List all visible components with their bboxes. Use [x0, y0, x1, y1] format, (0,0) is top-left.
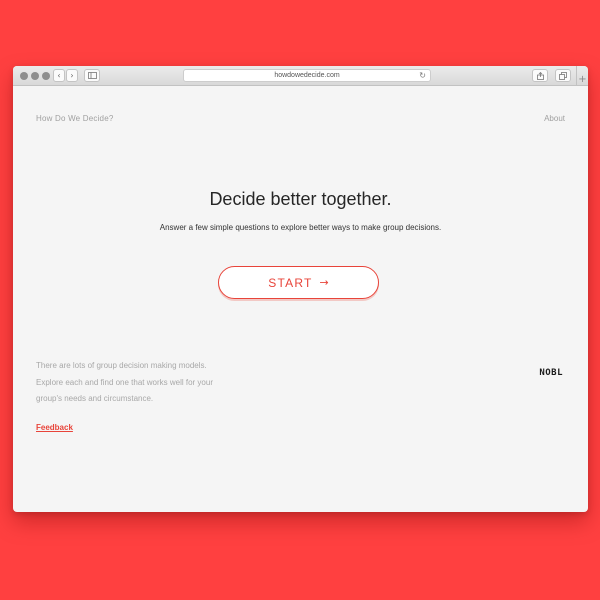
description-line: There are lots of group decision making …	[36, 361, 207, 370]
browser-toolbar: ‹ › howdowedecide.com ↻ +	[13, 66, 588, 86]
description-line: group's needs and circumstance.	[36, 394, 154, 403]
nobl-logo[interactable]: NOBL	[539, 368, 563, 378]
tabs-glyph	[559, 71, 567, 80]
share-icon[interactable]	[532, 69, 548, 82]
url-text: howdowedecide.com	[274, 72, 340, 79]
browser-window: ‹ › howdowedecide.com ↻ + How Do We Deci…	[13, 66, 588, 512]
arrow-right-icon: →	[319, 276, 329, 289]
tabs-icon[interactable]	[555, 69, 571, 82]
page-subheading: Answer a few simple questions to explore…	[159, 223, 442, 232]
page-headline: Decide better together.	[209, 189, 392, 209]
reload-icon[interactable]: ↻	[419, 71, 426, 80]
description-line: Explore each and find one that works wel…	[36, 377, 213, 387]
start-button-label: START	[268, 275, 313, 290]
page-content: How Do We Decide? About Decide better to…	[13, 86, 588, 512]
description-text: There are lots of group decision making …	[36, 358, 266, 408]
minimize-window-icon[interactable]	[31, 72, 39, 80]
chevron-right-icon[interactable]: ›	[66, 69, 78, 82]
plus-icon[interactable]: +	[576, 66, 588, 86]
address-bar[interactable]: howdowedecide.com ↻	[183, 69, 431, 82]
feedback-link[interactable]: Feedback	[36, 423, 73, 432]
sidebar-icon[interactable]	[84, 69, 100, 82]
share-glyph	[536, 71, 544, 80]
site-title-link[interactable]: How Do We Decide?	[36, 114, 114, 123]
zoom-window-icon[interactable]	[42, 72, 50, 80]
chevron-left-icon[interactable]: ‹	[53, 69, 65, 82]
about-link[interactable]: About	[544, 114, 565, 123]
start-button[interactable]: START →	[218, 266, 379, 299]
close-window-icon[interactable]	[20, 72, 28, 80]
sidebar-glyph	[87, 72, 97, 79]
